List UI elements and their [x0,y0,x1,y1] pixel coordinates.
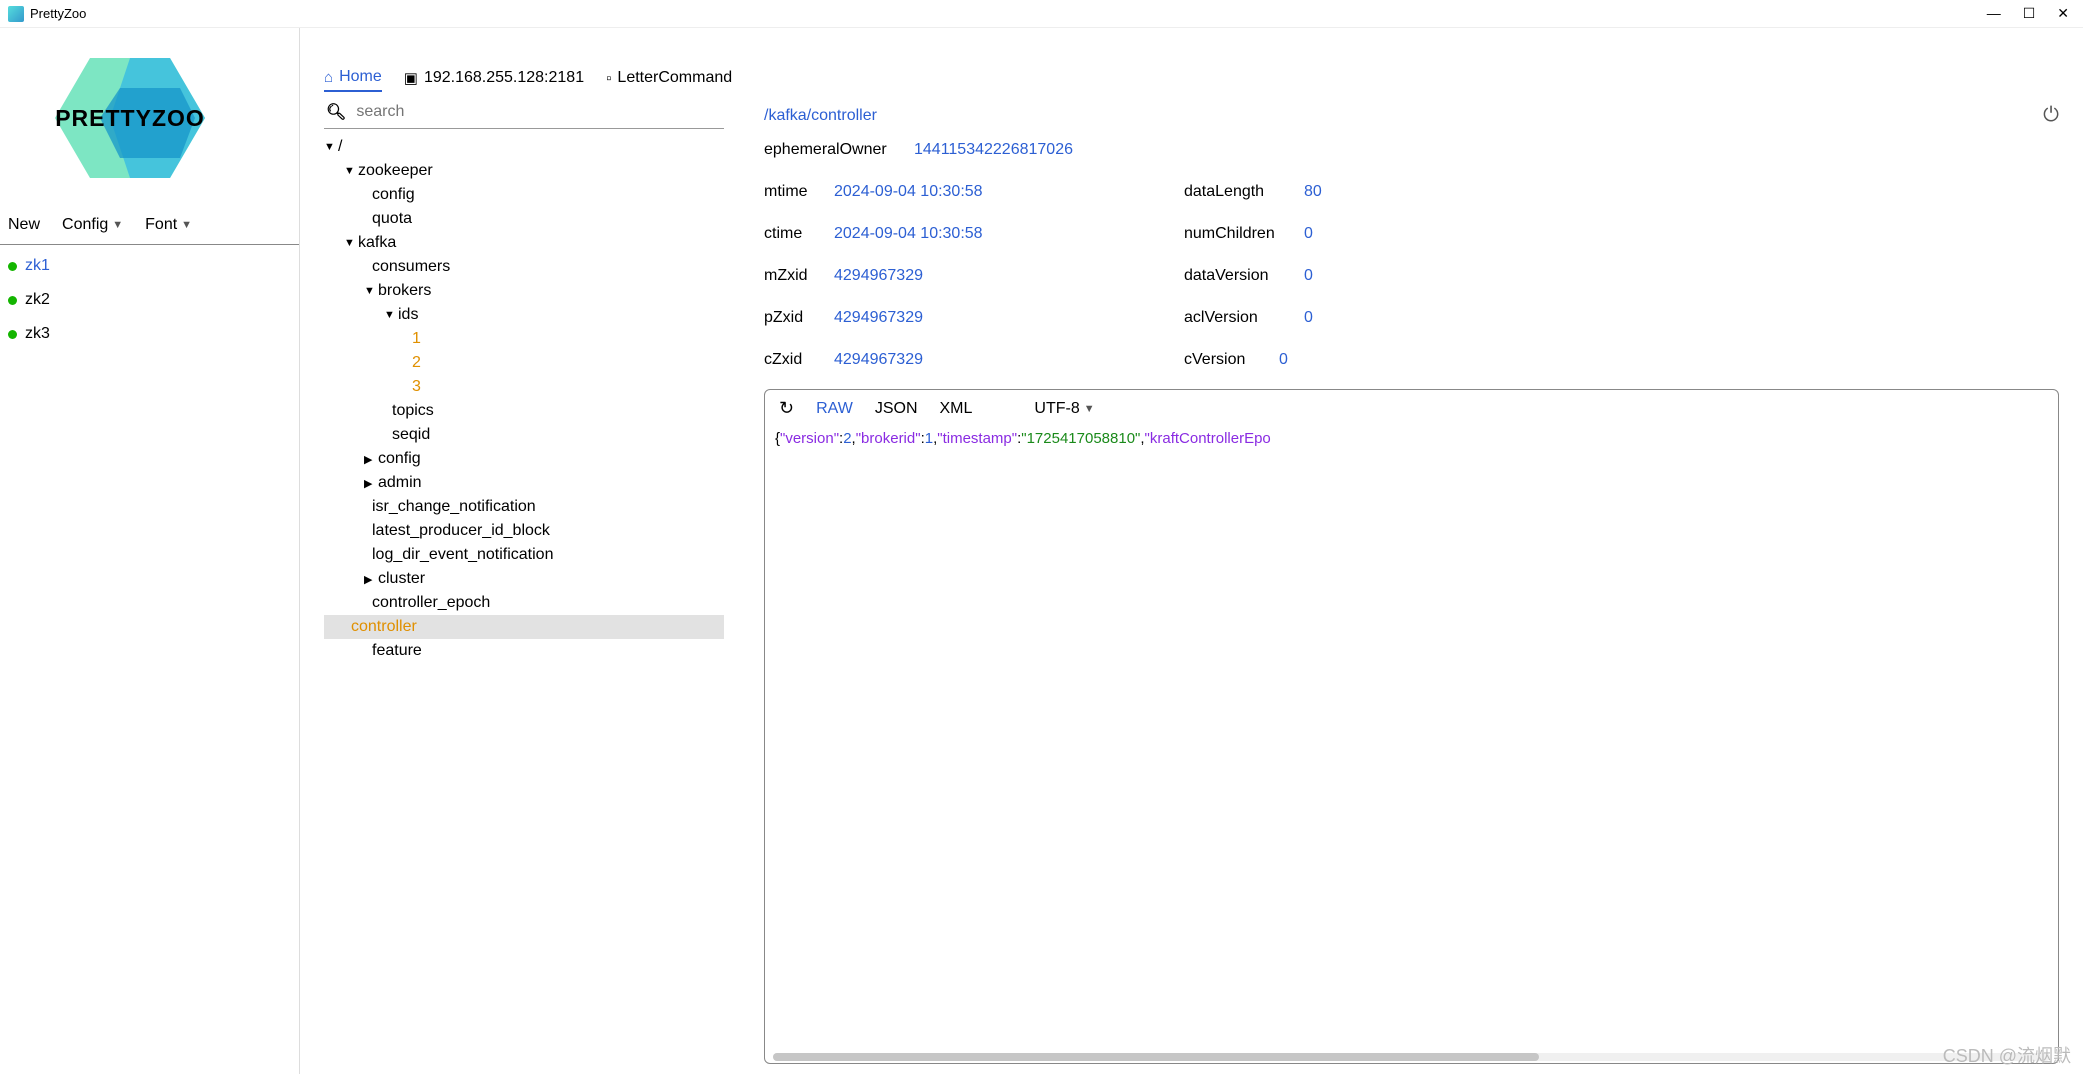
tab-terminal[interactable]: ▣ 192.168.255.128:2181 [404,69,584,91]
stat-cversion-value: 0 [1279,351,1288,369]
tree-node-root[interactable]: ▼/ [324,135,724,159]
config-menu[interactable]: Config▼ [62,216,123,234]
node-path: /kafka/controller [764,107,877,125]
tree-node-isr[interactable]: isr_change_notification [324,495,724,519]
terminal-icon: ▣ [404,69,418,87]
tree-node-config[interactable]: ▶config [324,447,724,471]
tree-node-cluster[interactable]: ▶cluster [324,567,724,591]
status-dot-icon [8,262,17,271]
stat-czxid-value: 4294967329 [834,351,923,369]
chevron-down-icon: ▼ [1084,403,1095,415]
search-input[interactable] [356,103,722,121]
power-icon[interactable]: ⏻ [2043,104,2059,127]
server-list: zk1 zk2 zk3 [0,245,299,351]
tabs: ⌂ Home ▣ 192.168.255.128:2181 ▫ LetterCo… [300,68,2083,98]
data-content[interactable]: {"version":2,"brokerid":1,"timestamp":"1… [765,427,2058,1053]
tab-letter-command[interactable]: ▫ LetterCommand [606,69,732,91]
format-json[interactable]: JSON [875,400,918,418]
stat-aclversion-label: aclVersion [1184,309,1304,327]
command-icon: ▫ [606,70,611,87]
search-icon: 🔍︎ [326,102,346,122]
status-dot-icon [8,330,17,339]
tree-node-zk-config[interactable]: config [324,183,724,207]
data-box: ↻ RAW JSON XML UTF-8▼ {"version":2,"brok… [764,389,2059,1064]
tree-node-lpib[interactable]: latest_producer_id_block [324,519,724,543]
tree-node-lden[interactable]: log_dir_event_notification [324,543,724,567]
stat-datalength-value: 80 [1304,183,1322,201]
stat-ephemeral-owner-value: 144115342226817026 [914,141,1073,159]
home-icon: ⌂ [324,69,333,86]
maximize-button[interactable]: ☐ [2023,5,2036,22]
titlebar: PrettyZoo — ☐ ✕ [0,0,2083,28]
stat-ctime-value: 2024-09-04 10:30:58 [834,225,983,243]
tree-node-id1[interactable]: 1 [324,327,724,351]
stat-dataversion-value: 0 [1304,267,1313,285]
stat-mzxid-value: 4294967329 [834,267,923,285]
sidebar-menu: New Config▼ Font▼ [0,208,299,245]
stat-dataversion-label: dataVersion [1184,267,1304,285]
server-item-zk1[interactable]: zk1 [0,249,299,283]
stat-czxid-label: cZxid [764,351,834,369]
chevron-down-icon: ▼ [112,219,123,231]
minimize-button[interactable]: — [1987,5,2001,22]
format-raw[interactable]: RAW [816,400,853,418]
refresh-icon[interactable]: ↻ [779,398,794,419]
font-menu[interactable]: Font▼ [145,216,192,234]
stat-mtime-label: mtime [764,183,834,201]
tree-node-seqid[interactable]: seqid [324,423,724,447]
main-panel: ⌂ Home ▣ 192.168.255.128:2181 ▫ LetterCo… [300,28,2083,1074]
logo-text: PRETTYZOO [55,105,205,132]
app-icon [8,6,24,22]
tree-node-ids[interactable]: ▼ids [324,303,724,327]
close-button[interactable]: ✕ [2057,5,2069,22]
tree-node-controller[interactable]: controller [324,615,724,639]
stat-numchildren-label: numChildren [1184,225,1304,243]
server-item-zk3[interactable]: zk3 [0,317,299,351]
stat-datalength-label: dataLength [1184,183,1304,201]
horizontal-scrollbar[interactable] [765,1053,2058,1063]
server-item-zk2[interactable]: zk2 [0,283,299,317]
logo: PRETTYZOO [0,28,299,208]
tree-node-ctrl-epoch[interactable]: controller_epoch [324,591,724,615]
chevron-down-icon: ▼ [181,219,192,231]
tab-home[interactable]: ⌂ Home [324,68,382,92]
stat-numchildren-value: 0 [1304,225,1313,243]
tree-node-kafka[interactable]: ▼kafka [324,231,724,255]
tree-node-id2[interactable]: 2 [324,351,724,375]
tree-node-topics[interactable]: topics [324,399,724,423]
stat-pzxid-value: 4294967329 [834,309,923,327]
stat-ctime-label: ctime [764,225,834,243]
detail-panel: /kafka/controller ⏻ ephemeralOwner144115… [740,98,2083,1074]
status-dot-icon [8,296,17,305]
tree-panel: 🔍︎ ▼/ ▼zookeeper config quota ▼kafka con… [300,98,740,1074]
stats-grid: ephemeralOwner144115342226817026 mtime20… [764,141,2059,389]
tree-node-zookeeper[interactable]: ▼zookeeper [324,159,724,183]
tree-node-consumers[interactable]: consumers [324,255,724,279]
stat-mtime-value: 2024-09-04 10:30:58 [834,183,983,201]
stat-cversion-label: cVersion [1184,351,1279,369]
sidebar: PRETTYZOO New Config▼ Font▼ zk1 zk2 zk3 [0,28,300,1074]
encoding-select[interactable]: UTF-8▼ [1034,400,1094,418]
new-button[interactable]: New [8,216,40,234]
tree-node-id3[interactable]: 3 [324,375,724,399]
stat-aclversion-value: 0 [1304,309,1313,327]
tree-node-feature[interactable]: feature [324,639,724,663]
tree-node-zk-quota[interactable]: quota [324,207,724,231]
stat-mzxid-label: mZxid [764,267,834,285]
node-tree[interactable]: ▼/ ▼zookeeper config quota ▼kafka consum… [324,135,724,1074]
window-title: PrettyZoo [30,6,1987,21]
stat-pzxid-label: pZxid [764,309,834,327]
tree-node-admin[interactable]: ▶admin [324,471,724,495]
stat-ephemeral-owner-label: ephemeralOwner [764,141,914,159]
format-xml[interactable]: XML [940,400,973,418]
tree-node-brokers[interactable]: ▼brokers [324,279,724,303]
